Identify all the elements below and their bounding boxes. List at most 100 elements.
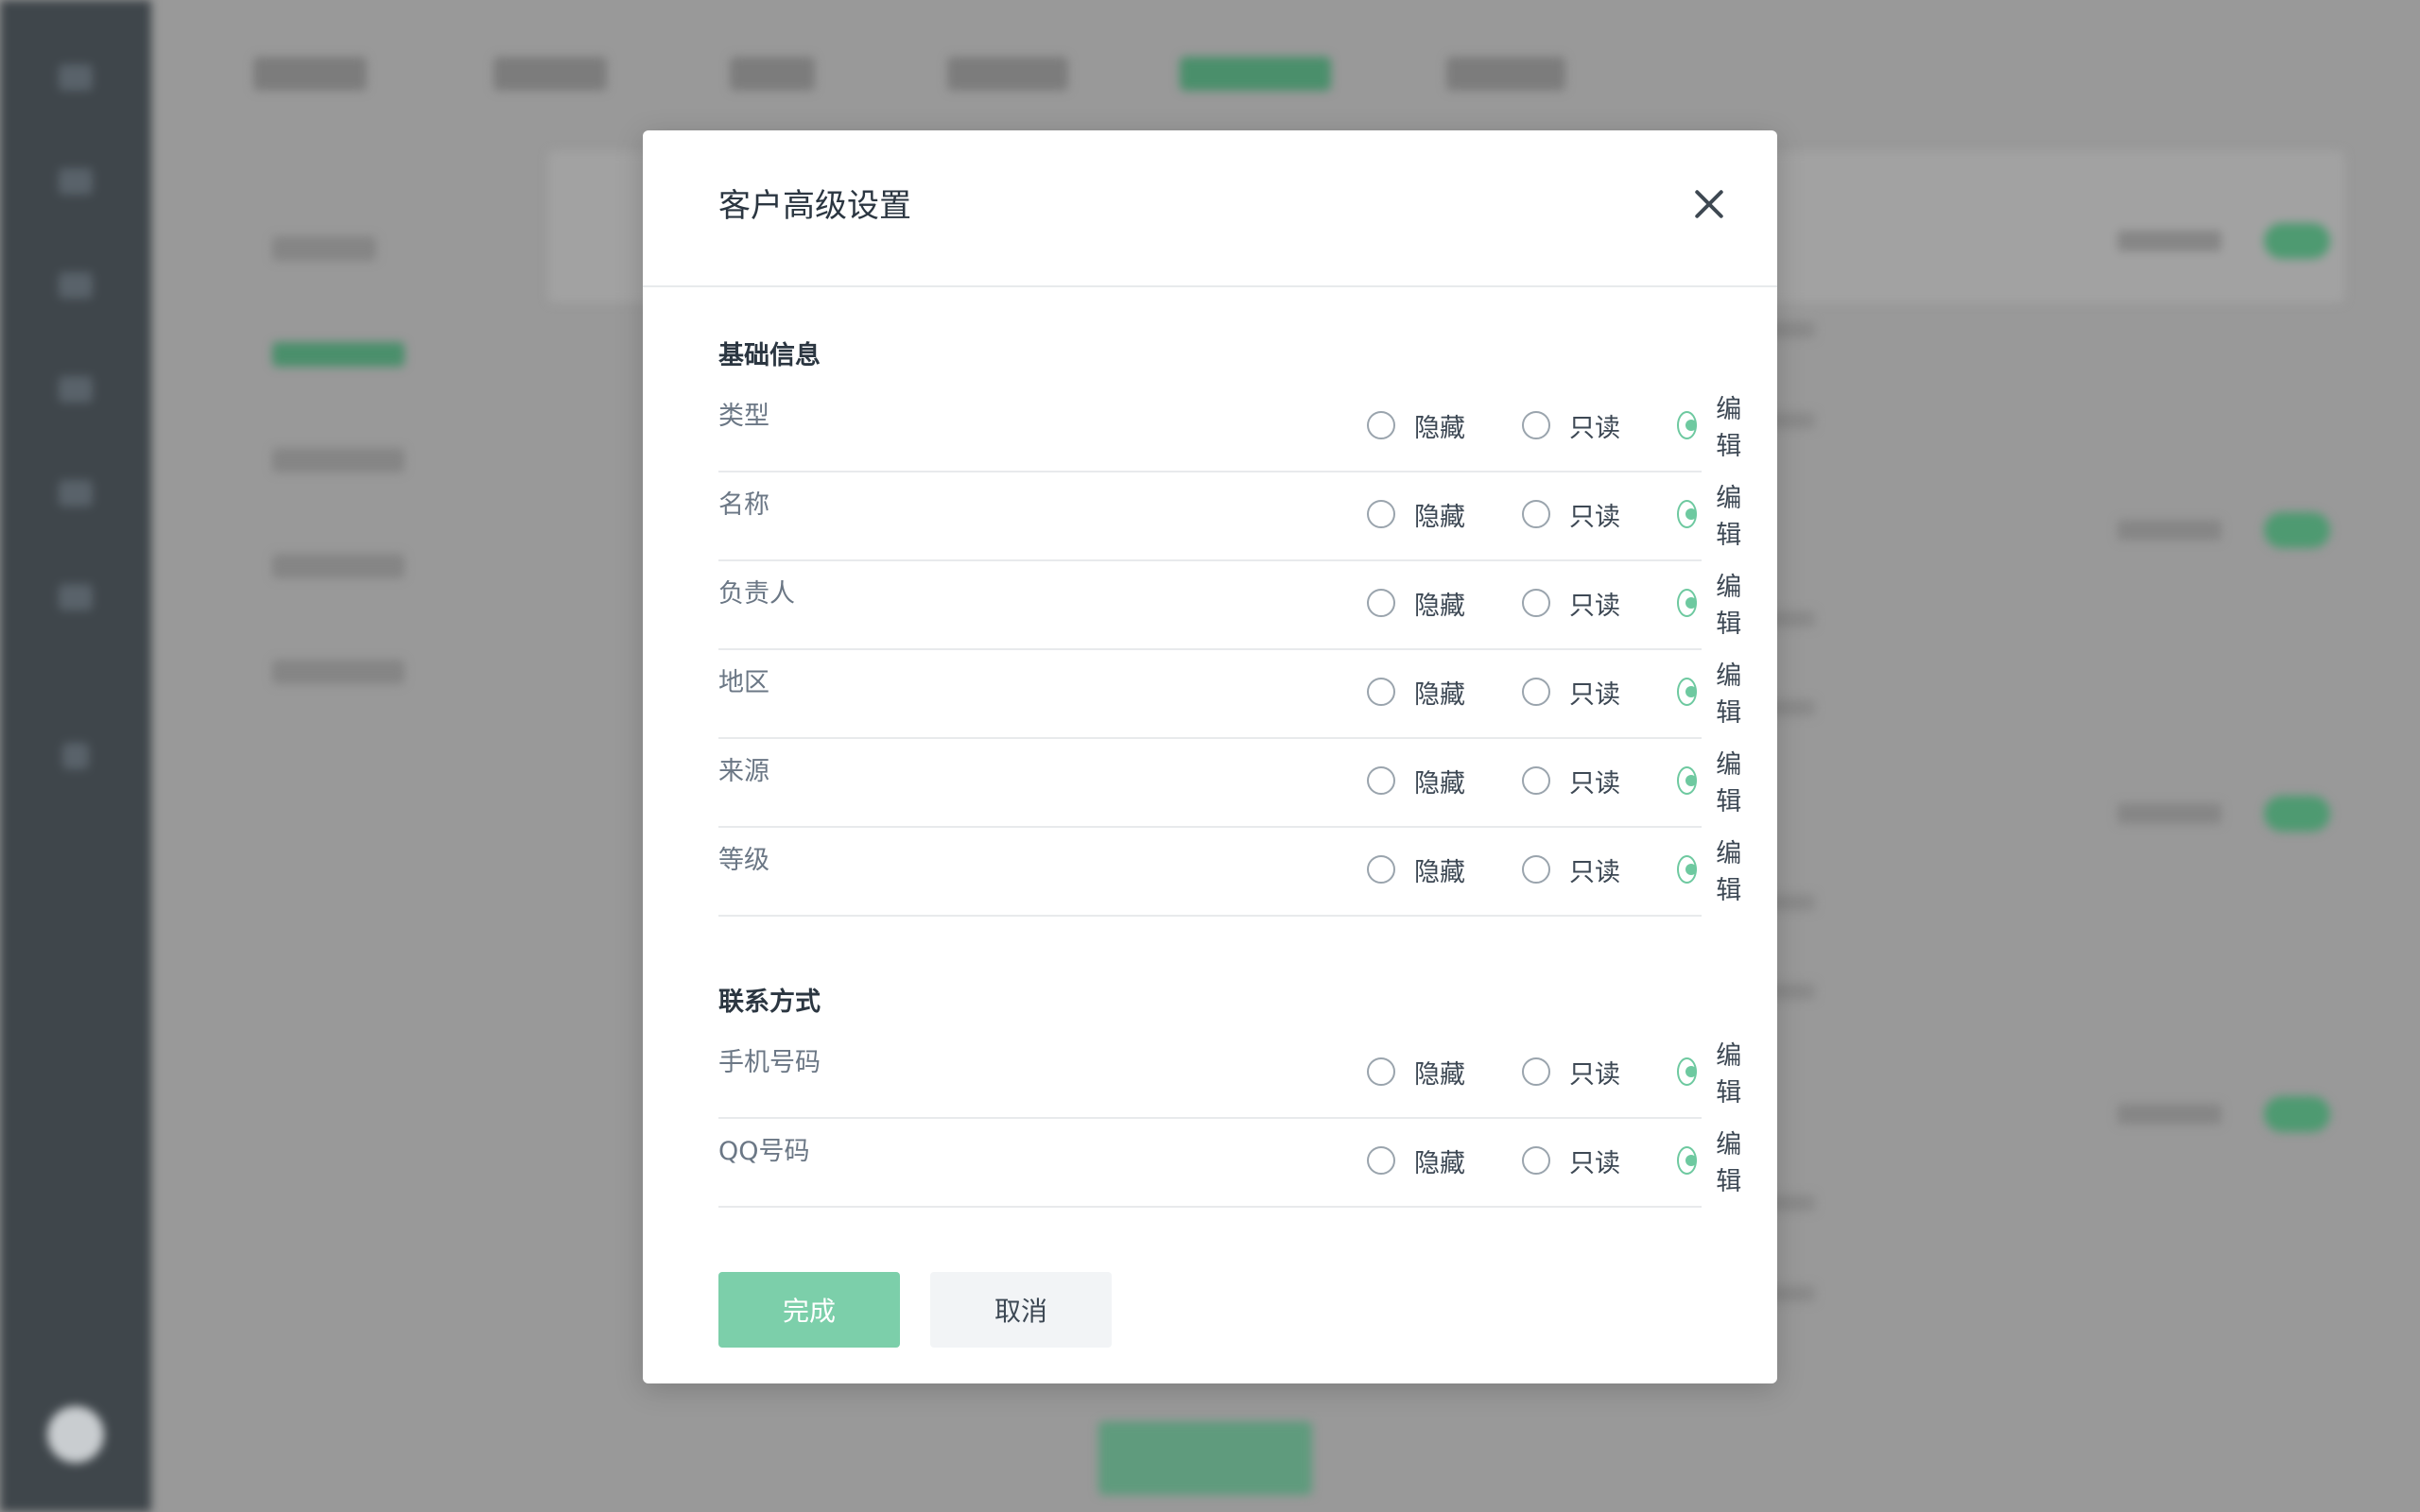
dialog-title: 客户高级设置 [718, 187, 911, 225]
radio-label: 编辑 [1716, 484, 1742, 550]
radio-hide[interactable]: 隐藏 [1367, 497, 1465, 532]
radio-edit[interactable]: 编辑 [1677, 839, 1750, 905]
radio-circle[interactable] [1522, 766, 1550, 795]
radio-edit[interactable]: 编辑 [1677, 1041, 1750, 1108]
radio-label: 编辑 [1716, 662, 1742, 728]
field-label: QQ号码 [718, 1137, 810, 1166]
radio-circle[interactable] [1367, 589, 1395, 617]
background-toggle [2264, 223, 2330, 259]
field-label: 名称 [718, 490, 769, 520]
background-label [2118, 1104, 2221, 1125]
background-button [1098, 1421, 1312, 1495]
radio-edit[interactable]: 编辑 [1677, 395, 1750, 461]
radio-circle[interactable] [1522, 1146, 1550, 1175]
radio-circle-checked[interactable] [1677, 1146, 1698, 1175]
subnav-item [272, 554, 405, 578]
top-tab [730, 57, 815, 91]
radio-circle[interactable] [1522, 1057, 1550, 1086]
field-label: 类型 [718, 402, 769, 431]
radio-label: 只读 [1569, 679, 1620, 710]
radio-hide[interactable]: 隐藏 [1367, 1143, 1465, 1178]
radio-hide[interactable]: 隐藏 [1367, 675, 1465, 710]
background-label [2118, 231, 2221, 251]
subnav-item [272, 448, 405, 472]
radio-circle[interactable] [1367, 766, 1395, 795]
radio-readonly[interactable]: 只读 [1522, 675, 1620, 710]
radio-circle[interactable] [1522, 411, 1550, 439]
radio-circle-checked[interactable] [1677, 678, 1698, 706]
radio-label: 隐藏 [1414, 1148, 1465, 1178]
section-title-basic-info: 基础信息 [718, 341, 821, 370]
radio-circle[interactable] [1522, 589, 1550, 617]
field-label: 等级 [718, 846, 769, 875]
radio-circle-checked[interactable] [1677, 766, 1698, 795]
top-tab-active [1180, 57, 1331, 91]
top-tab [947, 57, 1068, 91]
background-toggle [2264, 796, 2330, 832]
subnav-item [272, 660, 405, 684]
cancel-button[interactable]: 取消 [930, 1272, 1112, 1348]
radio-label: 隐藏 [1414, 857, 1465, 887]
radio-label: 只读 [1569, 413, 1620, 443]
radio-edit[interactable]: 编辑 [1677, 662, 1750, 728]
sidebar-icon [59, 376, 93, 403]
sidebar-icon [59, 168, 93, 195]
radio-circle[interactable] [1367, 855, 1395, 884]
radio-readonly[interactable]: 只读 [1522, 764, 1620, 799]
radio-readonly[interactable]: 只读 [1522, 586, 1620, 621]
radio-hide[interactable]: 隐藏 [1367, 852, 1465, 887]
avatar [47, 1406, 104, 1463]
radio-circle[interactable] [1522, 678, 1550, 706]
field-row-region: 地区 隐藏 只读 编辑 [718, 650, 1741, 739]
close-icon[interactable] [1692, 187, 1726, 221]
radio-label: 编辑 [1716, 1041, 1742, 1108]
radio-hide[interactable]: 隐藏 [1367, 586, 1465, 621]
field-label: 来源 [718, 757, 769, 786]
radio-circle-checked[interactable] [1677, 1057, 1698, 1086]
field-row-mobile: 手机号码 隐藏 只读 编辑 [718, 1030, 1741, 1119]
sidebar [0, 0, 151, 1512]
radio-hide[interactable]: 隐藏 [1367, 1055, 1465, 1090]
sidebar-icon [59, 64, 93, 91]
top-tab [493, 57, 607, 91]
radio-circle-checked[interactable] [1677, 411, 1698, 439]
radio-readonly[interactable]: 只读 [1522, 408, 1620, 443]
radio-readonly[interactable]: 只读 [1522, 852, 1620, 887]
sidebar-icon [59, 272, 93, 299]
radio-hide[interactable]: 隐藏 [1367, 408, 1465, 443]
field-row-name: 名称 隐藏 只读 编辑 [718, 472, 1741, 561]
radio-readonly[interactable]: 只读 [1522, 1055, 1620, 1090]
radio-circle[interactable] [1367, 411, 1395, 439]
field-label: 手机号码 [718, 1048, 821, 1077]
radio-label: 隐藏 [1414, 768, 1465, 799]
sidebar-icon [59, 480, 93, 507]
background-toggle [2264, 1096, 2330, 1132]
radio-edit[interactable]: 编辑 [1677, 750, 1750, 816]
radio-edit[interactable]: 编辑 [1677, 1130, 1750, 1196]
background-toggle [2264, 512, 2330, 548]
radio-circle-checked[interactable] [1677, 589, 1698, 617]
radio-circle[interactable] [1367, 1146, 1395, 1175]
radio-edit[interactable]: 编辑 [1677, 484, 1750, 550]
radio-circle-checked[interactable] [1677, 500, 1698, 528]
radio-circle[interactable] [1522, 500, 1550, 528]
top-nav [151, 38, 2420, 113]
radio-label: 只读 [1569, 857, 1620, 887]
radio-hide[interactable]: 隐藏 [1367, 764, 1465, 799]
subnav-item-active [272, 342, 405, 367]
dialog-header: 客户高级设置 [643, 130, 1777, 287]
radio-label: 只读 [1569, 768, 1620, 799]
radio-label: 只读 [1569, 591, 1620, 621]
background-label [2118, 520, 2221, 541]
radio-readonly[interactable]: 只读 [1522, 1143, 1620, 1178]
radio-circle[interactable] [1367, 678, 1395, 706]
radio-readonly[interactable]: 只读 [1522, 497, 1620, 532]
radio-circle-checked[interactable] [1677, 855, 1698, 884]
radio-edit[interactable]: 编辑 [1677, 573, 1750, 639]
done-button[interactable]: 完成 [718, 1272, 900, 1348]
radio-label: 只读 [1569, 1148, 1620, 1178]
radio-circle[interactable] [1367, 500, 1395, 528]
radio-circle[interactable] [1367, 1057, 1395, 1086]
radio-label: 隐藏 [1414, 1059, 1465, 1090]
radio-circle[interactable] [1522, 855, 1550, 884]
